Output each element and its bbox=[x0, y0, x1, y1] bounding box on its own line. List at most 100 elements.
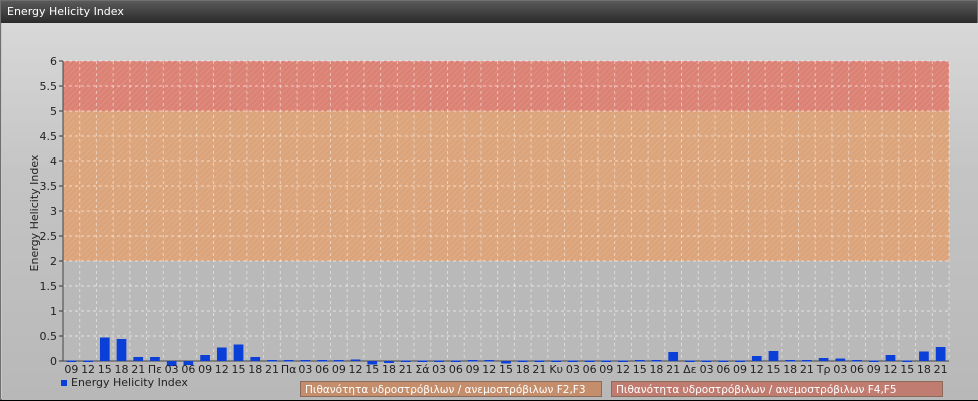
x-tick-label: 12 bbox=[81, 363, 95, 376]
x-tick-label: 18 bbox=[382, 363, 396, 376]
legend-label: Energy Helicity Index bbox=[71, 376, 188, 389]
y-tick-label: 5.5 bbox=[40, 80, 58, 93]
bar bbox=[333, 360, 344, 362]
x-tick-label: 15 bbox=[633, 363, 647, 376]
x-tick-label: 21 bbox=[399, 363, 413, 376]
x-tick-label: 03 bbox=[432, 363, 446, 376]
chart-window: Energy Helicity Index 0 0.5 1 1.5 2 2.5 3 3.5 4 4… bbox=[0, 0, 978, 400]
x-tick-label: 09 bbox=[867, 363, 881, 376]
bar bbox=[935, 347, 946, 361]
bar bbox=[517, 360, 528, 362]
x-tick-label: Πε bbox=[148, 363, 162, 376]
y-tick-label: 0.5 bbox=[40, 330, 58, 343]
bar bbox=[267, 360, 277, 362]
bar bbox=[66, 360, 77, 362]
x-tick-label: Πα bbox=[281, 363, 297, 376]
bar bbox=[785, 360, 796, 362]
y-tick-label: 3.5 bbox=[40, 180, 58, 193]
x-tick-label: 21 bbox=[800, 363, 814, 376]
x-tick-label: 15 bbox=[365, 363, 379, 376]
x-tick-label: 03 bbox=[700, 363, 714, 376]
bar bbox=[651, 360, 662, 362]
bar bbox=[116, 339, 127, 361]
bar bbox=[668, 352, 679, 361]
x-tick-label: 09 bbox=[64, 363, 78, 376]
y-tick-label: 0 bbox=[50, 355, 57, 368]
x-tick-label: 09 bbox=[466, 363, 480, 376]
bar bbox=[350, 359, 361, 361]
x-tick-label: 18 bbox=[248, 363, 262, 376]
bar bbox=[568, 360, 578, 362]
y-tick-label: 2.5 bbox=[40, 230, 58, 243]
bar bbox=[150, 357, 160, 361]
y-tick-label: 5 bbox=[50, 105, 57, 118]
x-tick-label: 21 bbox=[265, 363, 279, 376]
bar bbox=[735, 360, 745, 362]
x-tick-label: 03 bbox=[165, 363, 179, 376]
x-tick-label: 18 bbox=[649, 363, 663, 376]
bar bbox=[701, 360, 712, 362]
x-tick-label: 12 bbox=[349, 363, 363, 376]
x-tick-label: 06 bbox=[449, 363, 463, 376]
legend: Energy Helicity Index bbox=[61, 376, 188, 389]
x-tick-label: 03 bbox=[298, 363, 312, 376]
x-tick-label: 15 bbox=[900, 363, 914, 376]
bar bbox=[634, 360, 645, 362]
x-tick-label: 09 bbox=[332, 363, 346, 376]
bar bbox=[484, 360, 495, 362]
x-tick-label: 12 bbox=[750, 363, 764, 376]
bar bbox=[467, 360, 478, 362]
x-tick-label: 15 bbox=[98, 363, 112, 376]
x-tick-label: Κυ bbox=[549, 363, 563, 376]
x-tick-label: 09 bbox=[599, 363, 613, 376]
x-tick-label: 18 bbox=[115, 363, 129, 376]
x-tick-label: 12 bbox=[215, 363, 229, 376]
x-tick-label: 06 bbox=[850, 363, 864, 376]
bar bbox=[300, 360, 311, 362]
bar bbox=[868, 360, 879, 362]
bar bbox=[133, 357, 144, 361]
band-legend-f2f3: Πιθανότητα υδροστρόβιλων / ανεμοστρόβιλω… bbox=[300, 381, 602, 397]
x-tick-label: 21 bbox=[532, 363, 546, 376]
bar bbox=[751, 356, 762, 361]
bar bbox=[718, 360, 729, 362]
bar bbox=[99, 337, 110, 361]
x-tick-label: Τρ bbox=[816, 363, 831, 376]
y-tick-label: 4 bbox=[50, 155, 57, 168]
y-tick-label: 1 bbox=[50, 305, 57, 318]
x-tick-label: 06 bbox=[583, 363, 597, 376]
bar bbox=[885, 355, 896, 361]
bar bbox=[601, 360, 612, 362]
x-tick-label: 12 bbox=[616, 363, 630, 376]
bar bbox=[250, 357, 261, 361]
bar bbox=[618, 360, 628, 362]
bar bbox=[802, 360, 812, 362]
chart-svg: 00.511.522.533.544.555.5609 12 15 18 21 Πε 03 0… bbox=[28, 55, 950, 376]
bar bbox=[685, 360, 695, 362]
bar bbox=[551, 360, 561, 362]
x-tick-label: 21 bbox=[131, 363, 145, 376]
bar bbox=[200, 355, 210, 361]
bar bbox=[417, 360, 428, 362]
y-tick-label: 4.5 bbox=[40, 130, 58, 143]
x-tick-label: 03 bbox=[833, 363, 847, 376]
bar bbox=[400, 360, 411, 362]
x-tick-label: Δε bbox=[683, 363, 697, 376]
x-tick-label: 21 bbox=[934, 363, 948, 376]
bar bbox=[852, 360, 862, 362]
bar bbox=[818, 358, 829, 361]
bar bbox=[317, 360, 327, 362]
x-tick-label: 18 bbox=[917, 363, 931, 376]
band-legend-f4f5: Πιθανότητα υδροστρόβιλων / ανεμοστρόβιλω… bbox=[611, 381, 943, 397]
x-tick-label: 06 bbox=[181, 363, 195, 376]
x-tick-label: 06 bbox=[315, 363, 329, 376]
bar bbox=[584, 360, 595, 362]
x-tick-label: Σά bbox=[415, 363, 429, 376]
y-tick-label: 6 bbox=[50, 55, 57, 68]
bar bbox=[233, 344, 244, 361]
x-tick-label: 15 bbox=[232, 363, 246, 376]
x-tick-label: 15 bbox=[499, 363, 513, 376]
bar bbox=[835, 358, 846, 361]
x-tick-label: 21 bbox=[666, 363, 680, 376]
bar bbox=[83, 360, 93, 362]
